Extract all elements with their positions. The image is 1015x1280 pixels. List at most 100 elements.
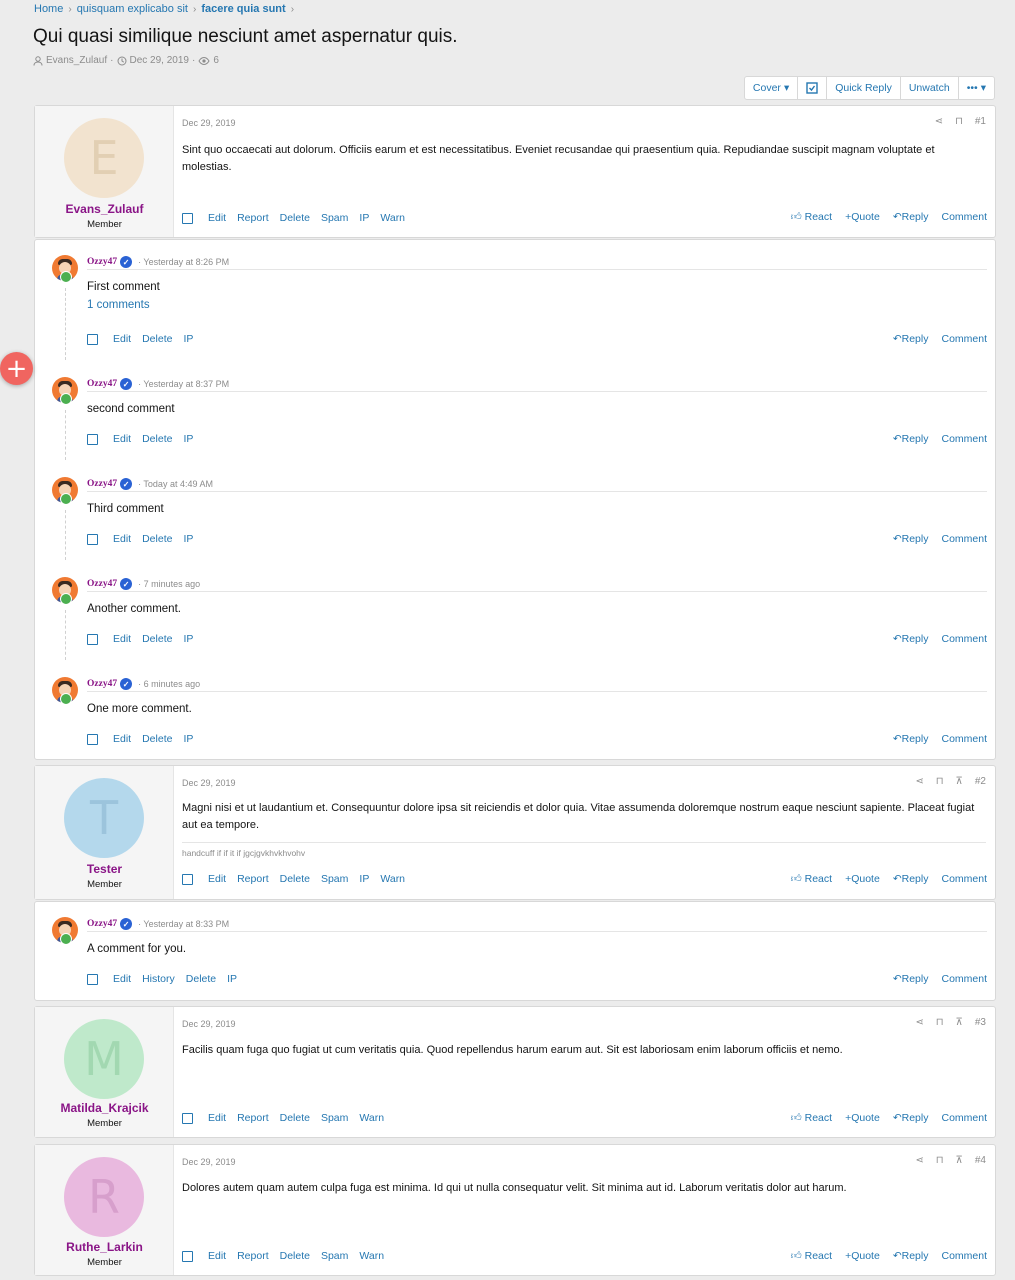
- add-floating-button[interactable]: +: [0, 352, 33, 385]
- reply-button[interactable]: ↶Reply: [893, 533, 929, 545]
- comment-button[interactable]: Comment: [941, 433, 987, 445]
- reply-button[interactable]: ↶Reply: [893, 211, 929, 223]
- report-link[interactable]: Report: [237, 1112, 269, 1124]
- react-button[interactable]: 👍︎ React: [791, 872, 832, 885]
- select-checkbox[interactable]: [87, 633, 98, 645]
- select-checkbox[interactable]: [182, 873, 193, 885]
- bookmark-icon[interactable]: ⊓: [955, 116, 963, 127]
- warn-link[interactable]: Warn: [359, 1112, 384, 1124]
- ip-link[interactable]: IP: [183, 333, 193, 345]
- delete-link[interactable]: Delete: [186, 973, 216, 985]
- react-button[interactable]: 👍︎ React: [791, 210, 832, 223]
- share-icon[interactable]: ⋖: [935, 116, 943, 127]
- edit-link[interactable]: Edit: [113, 533, 131, 545]
- quote-button[interactable]: +Quote: [845, 873, 880, 885]
- delete-link[interactable]: Delete: [280, 212, 310, 224]
- edit-link[interactable]: Edit: [113, 973, 131, 985]
- share-icon[interactable]: ⋖: [915, 1155, 923, 1166]
- edit-link[interactable]: Edit: [113, 633, 131, 645]
- bookmark-icon[interactable]: ⊓: [936, 776, 944, 787]
- reply-button[interactable]: ↶Reply: [893, 633, 929, 645]
- share-icon[interactable]: ⋖: [915, 1017, 923, 1028]
- share-icon[interactable]: ⋖: [915, 776, 923, 787]
- post-date[interactable]: Dec 29, 2019: [182, 118, 236, 128]
- cover-button[interactable]: Cover ▾: [745, 77, 799, 99]
- post-date[interactable]: Dec 29, 2019: [182, 1157, 236, 1167]
- ip-link[interactable]: IP: [183, 733, 193, 745]
- react-button[interactable]: 👍︎ React: [791, 1249, 832, 1262]
- reply-button[interactable]: ↶Reply: [893, 973, 929, 985]
- more-options-button[interactable]: ••• ▾: [959, 77, 994, 99]
- select-checkbox[interactable]: [182, 212, 193, 224]
- quote-button[interactable]: +Quote: [845, 1250, 880, 1262]
- quote-button[interactable]: +Quote: [845, 1112, 880, 1124]
- avatar[interactable]: E: [64, 118, 144, 198]
- warn-link[interactable]: Warn: [380, 212, 405, 224]
- edit-link[interactable]: Edit: [208, 873, 226, 885]
- avatar[interactable]: M: [64, 1019, 144, 1099]
- ip-link[interactable]: IP: [227, 973, 237, 985]
- delete-link[interactable]: Delete: [280, 873, 310, 885]
- reply-button[interactable]: ↶Reply: [893, 333, 929, 345]
- ip-link[interactable]: IP: [359, 873, 369, 885]
- select-button[interactable]: [798, 77, 828, 99]
- select-checkbox[interactable]: [87, 433, 98, 445]
- post-number[interactable]: #2: [975, 776, 986, 787]
- breadcrumb-home[interactable]: Home: [34, 3, 63, 15]
- edit-link[interactable]: Edit: [113, 433, 131, 445]
- edit-link[interactable]: Edit: [113, 733, 131, 745]
- bookmark-icon[interactable]: ⊓: [936, 1155, 944, 1166]
- comment-button[interactable]: Comment: [941, 1250, 987, 1262]
- post-number[interactable]: #3: [975, 1017, 986, 1028]
- quote-button[interactable]: +Quote: [845, 211, 880, 223]
- thread-author[interactable]: Evans_Zulauf: [46, 55, 107, 66]
- delete-link[interactable]: Delete: [280, 1250, 310, 1262]
- react-button[interactable]: 👍︎ React: [791, 1111, 832, 1124]
- comment-button[interactable]: Comment: [941, 733, 987, 745]
- spam-link[interactable]: Spam: [321, 1250, 348, 1262]
- spam-link[interactable]: Spam: [321, 1112, 348, 1124]
- post-username[interactable]: Matilda_Krajcik: [35, 1101, 174, 1115]
- select-checkbox[interactable]: [182, 1250, 193, 1262]
- quick-reply-button[interactable]: Quick Reply: [827, 77, 901, 99]
- delete-link[interactable]: Delete: [142, 533, 172, 545]
- edit-link[interactable]: Edit: [208, 1250, 226, 1262]
- comment-button[interactable]: Comment: [941, 211, 987, 223]
- unwatch-button[interactable]: Unwatch: [901, 77, 959, 99]
- reply-button[interactable]: ↶Reply: [893, 1112, 929, 1124]
- replies-link[interactable]: 1 comments: [87, 299, 150, 311]
- select-checkbox[interactable]: [87, 973, 98, 985]
- delete-link[interactable]: Delete: [142, 733, 172, 745]
- breadcrumb-forum[interactable]: facere quia sunt: [201, 3, 285, 15]
- spam-link[interactable]: Spam: [321, 873, 348, 885]
- select-checkbox[interactable]: [87, 333, 98, 345]
- warn-link[interactable]: Warn: [359, 1250, 384, 1262]
- comment-button[interactable]: Comment: [941, 973, 987, 985]
- comment-button[interactable]: Comment: [941, 873, 987, 885]
- delete-link[interactable]: Delete: [142, 633, 172, 645]
- post-date[interactable]: Dec 29, 2019: [182, 1019, 236, 1029]
- edit-link[interactable]: Edit: [208, 1112, 226, 1124]
- post-username[interactable]: Tester: [35, 862, 174, 876]
- reply-button[interactable]: ↶Reply: [893, 733, 929, 745]
- post-username[interactable]: Evans_Zulauf: [35, 202, 174, 216]
- post-username[interactable]: Ruthe_Larkin: [35, 1240, 174, 1254]
- bookmark-icon[interactable]: ⊓: [936, 1017, 944, 1028]
- edit-link[interactable]: Edit: [113, 333, 131, 345]
- pin-icon[interactable]: ⊼: [956, 776, 963, 787]
- select-checkbox[interactable]: [87, 733, 98, 745]
- ip-link[interactable]: IP: [183, 433, 193, 445]
- breadcrumb-category[interactable]: quisquam explicabo sit: [77, 3, 188, 15]
- delete-link[interactable]: Delete: [280, 1112, 310, 1124]
- comment-button[interactable]: Comment: [941, 633, 987, 645]
- post-number[interactable]: #1: [975, 116, 986, 127]
- avatar[interactable]: R: [64, 1157, 144, 1237]
- reply-button[interactable]: ↶Reply: [893, 873, 929, 885]
- post-number[interactable]: #4: [975, 1155, 986, 1166]
- avatar[interactable]: T: [64, 778, 144, 858]
- select-checkbox[interactable]: [87, 533, 98, 545]
- delete-link[interactable]: Delete: [142, 333, 172, 345]
- ip-link[interactable]: IP: [183, 533, 193, 545]
- warn-link[interactable]: Warn: [380, 873, 405, 885]
- comment-button[interactable]: Comment: [941, 533, 987, 545]
